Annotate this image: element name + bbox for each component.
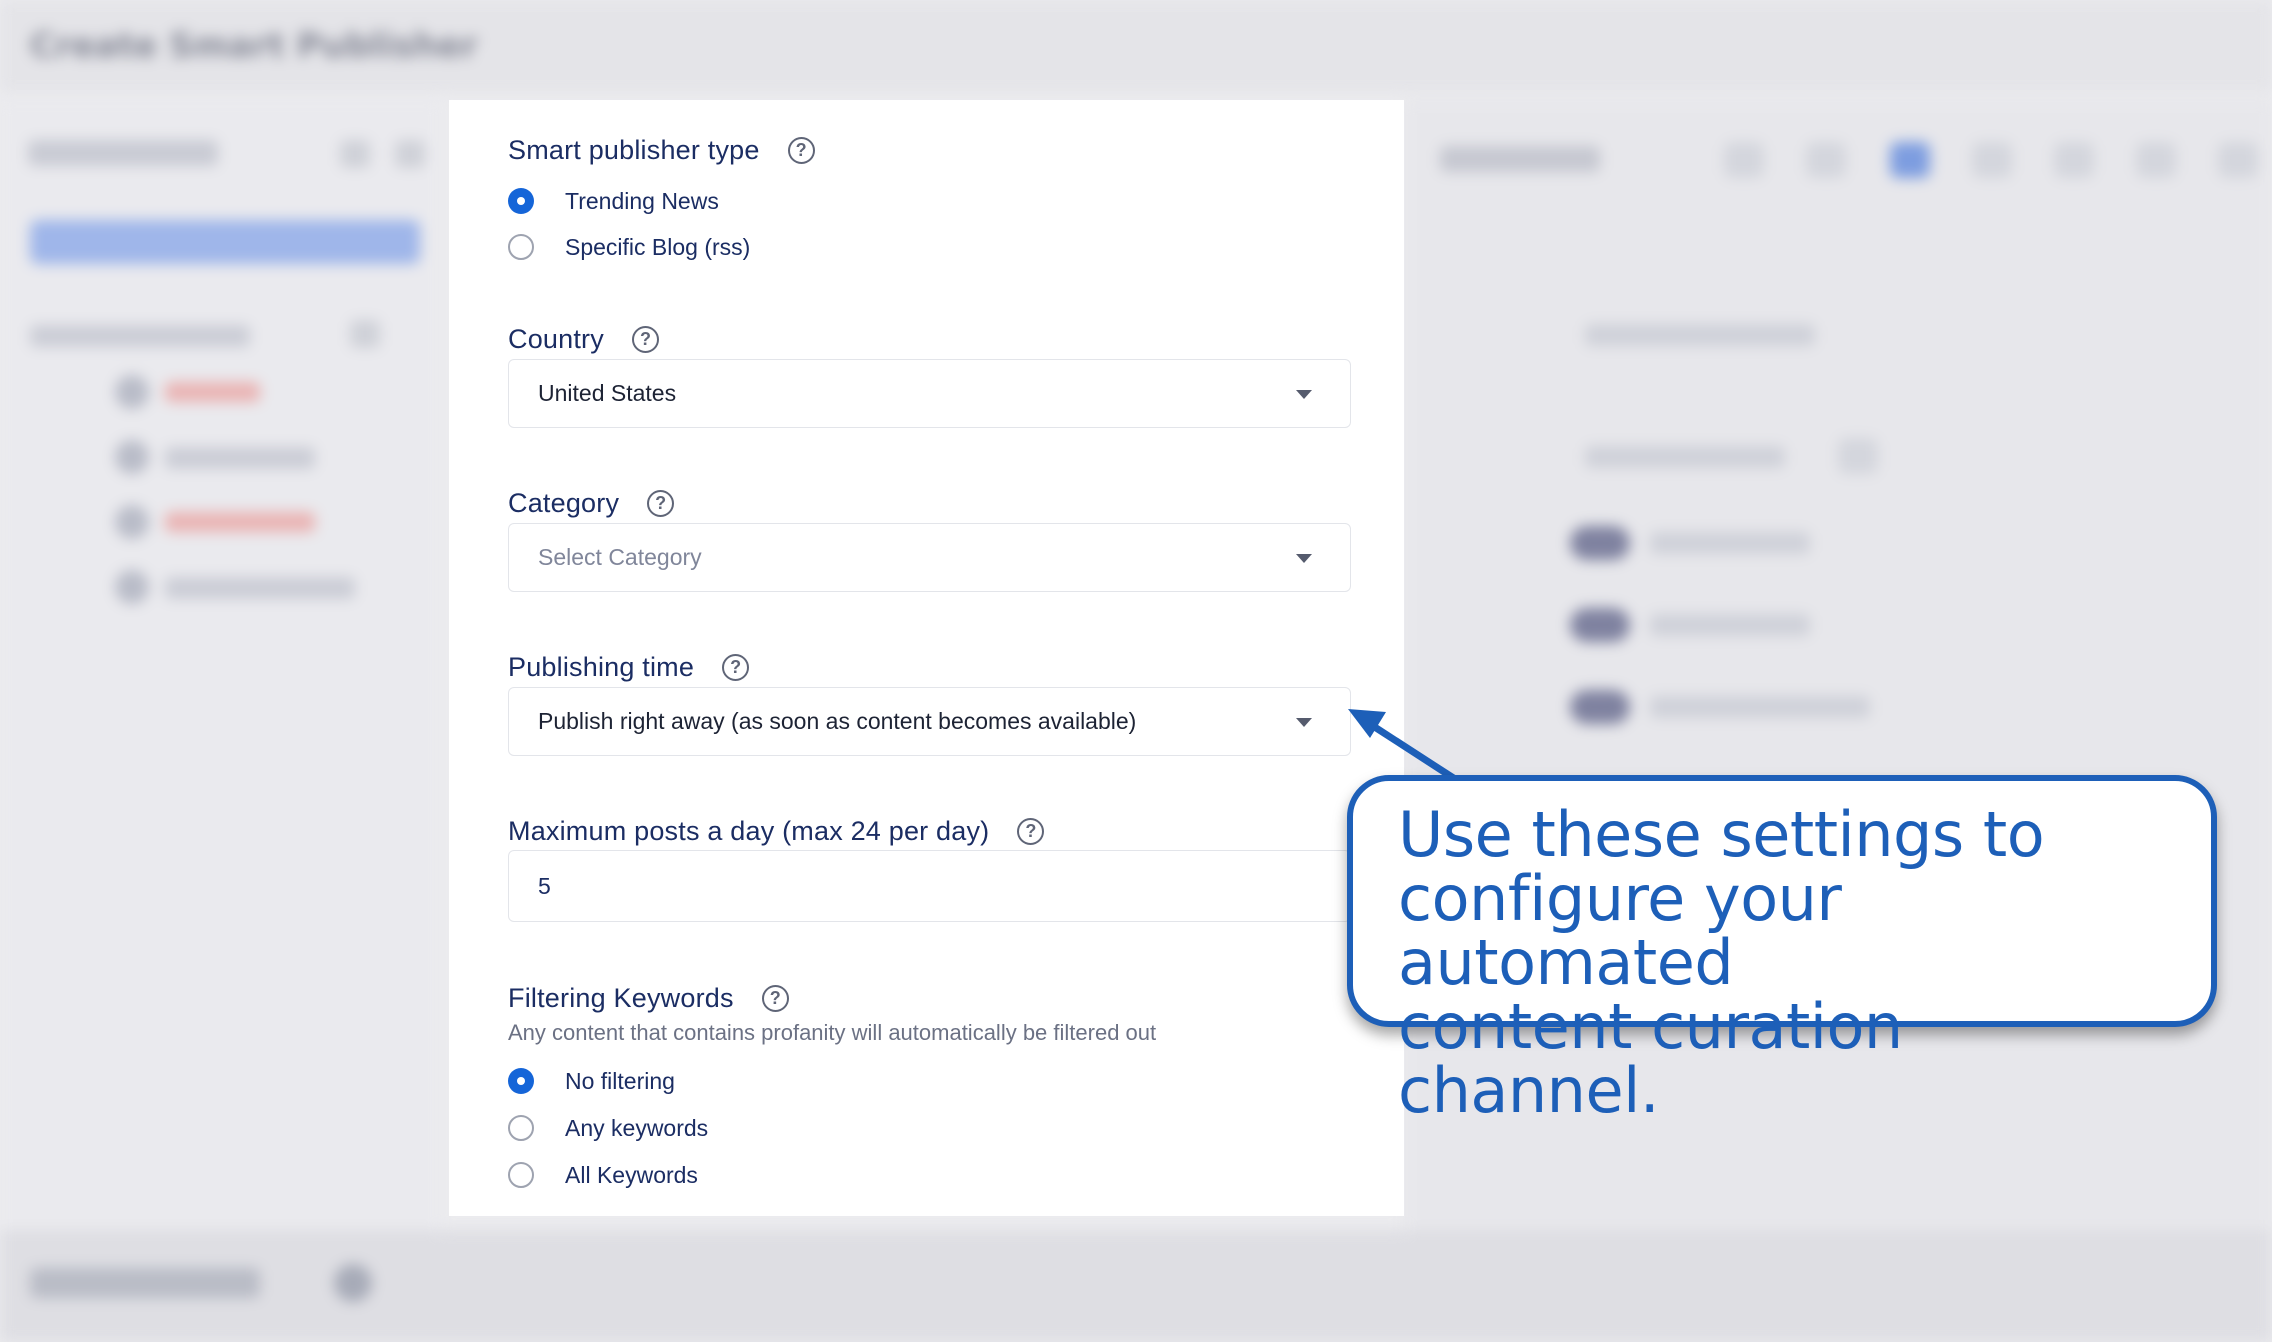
filtering-description: Any content that contains profanity will… <box>508 1020 1157 1045</box>
background-line <box>1650 614 1810 636</box>
background-sidebar-icon <box>350 320 380 348</box>
category-label: Category <box>508 487 620 518</box>
filtering-options: No filtering Any keywords All Keywords <box>508 1064 1108 1194</box>
filtering-field: Filtering Keywords ? <box>508 980 789 1016</box>
radio-option-no-filtering[interactable]: No filtering <box>508 1064 675 1098</box>
background-avatar <box>115 570 149 604</box>
help-circle-icon[interactable]: ? <box>647 489 675 517</box>
radio-unselected-icon[interactable] <box>508 1115 534 1141</box>
radio-option-any-keywords[interactable]: Any keywords <box>508 1111 708 1145</box>
chevron-down-icon <box>1296 390 1312 399</box>
filtering-label: Filtering Keywords <box>508 982 734 1013</box>
radio-unselected-icon[interactable] <box>508 234 534 260</box>
radio-option-all-keywords[interactable]: All Keywords <box>508 1158 698 1192</box>
country-label: Country <box>508 323 604 354</box>
background-line <box>1585 446 1785 468</box>
background-toggle <box>1570 608 1630 642</box>
publishing-time-field: Publishing time ? <box>508 649 750 685</box>
publisher-type-options: Trending News Specific Blog (rss) <box>508 184 1108 264</box>
background-sidebar-row <box>165 512 315 532</box>
radio-option-trending-news[interactable]: Trending News <box>508 184 719 218</box>
help-circle-icon[interactable]: ? <box>787 136 815 164</box>
background-icon <box>2136 142 2176 178</box>
background-sidebar <box>0 100 440 1230</box>
background-icon <box>1972 142 2012 178</box>
background-sidebar-button <box>30 220 420 264</box>
publishing-time-label: Publishing time <box>508 651 695 682</box>
background-icon <box>1890 142 1930 178</box>
category-select[interactable]: Select Category <box>508 523 1351 592</box>
max-posts-input[interactable] <box>508 850 1351 922</box>
background-avatar <box>115 375 149 409</box>
radio-selected-icon[interactable] <box>508 1068 534 1094</box>
help-circle-icon[interactable]: ? <box>1017 817 1045 845</box>
radio-label: All Keywords <box>565 1161 698 1188</box>
background-line <box>1650 696 1870 718</box>
callout-line: content curation channel. <box>1398 990 1903 1127</box>
background-sidebar-row <box>30 325 250 347</box>
background-line <box>1585 324 1815 346</box>
background-sidebar-row <box>165 382 260 402</box>
radio-label: Specific Blog (rss) <box>565 233 751 260</box>
background-right-title <box>1440 146 1600 172</box>
max-posts-label: Maximum posts a day (max 24 per day) <box>508 815 990 846</box>
max-posts-field: Maximum posts a day (max 24 per day) ? <box>508 813 1045 849</box>
radio-selected-icon[interactable] <box>508 188 534 214</box>
callout-line: Use these settings to <box>1398 798 2045 871</box>
background-title: Create Smart Publisher <box>30 26 478 66</box>
category-placeholder: Select Category <box>538 544 702 570</box>
radio-label: Any keywords <box>565 1114 709 1141</box>
background-icon <box>1806 142 1846 178</box>
smart-publisher-form: Smart publisher type ? Trending News Spe… <box>449 100 1404 1216</box>
radio-option-specific-blog[interactable]: Specific Blog (rss) <box>508 230 750 264</box>
publishing-time-value: Publish right away (as soon as content b… <box>538 708 1137 734</box>
callout-line: configure your automated <box>1398 862 1842 999</box>
background-sidebar-title <box>28 140 218 166</box>
radio-label: No filtering <box>565 1067 675 1094</box>
background-avatar <box>115 505 149 539</box>
background-bottom-icon <box>334 1264 372 1302</box>
country-value: United States <box>538 380 677 406</box>
background-sidebar-icon <box>340 140 370 168</box>
chevron-down-icon <box>1296 554 1312 563</box>
country-field: Country ? <box>508 321 659 357</box>
background-sidebar-row <box>165 447 315 469</box>
background-bottom-title <box>30 1268 260 1298</box>
category-field: Category ? <box>508 485 675 521</box>
background-avatar <box>115 440 149 474</box>
background-topbar: Create Smart Publisher <box>0 0 2272 92</box>
help-circle-icon[interactable]: ? <box>761 984 789 1012</box>
background-toggle <box>1570 526 1630 560</box>
help-circle-icon[interactable]: ? <box>722 653 750 681</box>
background-toggle <box>1570 690 1630 724</box>
background-icon <box>2054 142 2094 178</box>
chevron-down-icon <box>1296 718 1312 727</box>
background-icon <box>2218 142 2258 178</box>
background-line <box>1650 532 1810 554</box>
background-sidebar-row <box>165 577 355 599</box>
radio-label: Trending News <box>565 187 719 214</box>
country-select[interactable]: United States <box>508 359 1351 428</box>
publisher-type-field: Smart publisher type ? <box>508 132 815 168</box>
publishing-time-select[interactable]: Publish right away (as soon as content b… <box>508 687 1351 756</box>
radio-unselected-icon[interactable] <box>508 1162 534 1188</box>
help-circle-icon[interactable]: ? <box>631 325 659 353</box>
background-icon <box>1838 438 1878 474</box>
annotation-callout: Use these settings to configure your aut… <box>1347 775 2217 1123</box>
background-sidebar-icon <box>395 140 425 168</box>
background-icon <box>1724 142 1764 178</box>
publisher-type-label: Smart publisher type <box>508 134 760 165</box>
